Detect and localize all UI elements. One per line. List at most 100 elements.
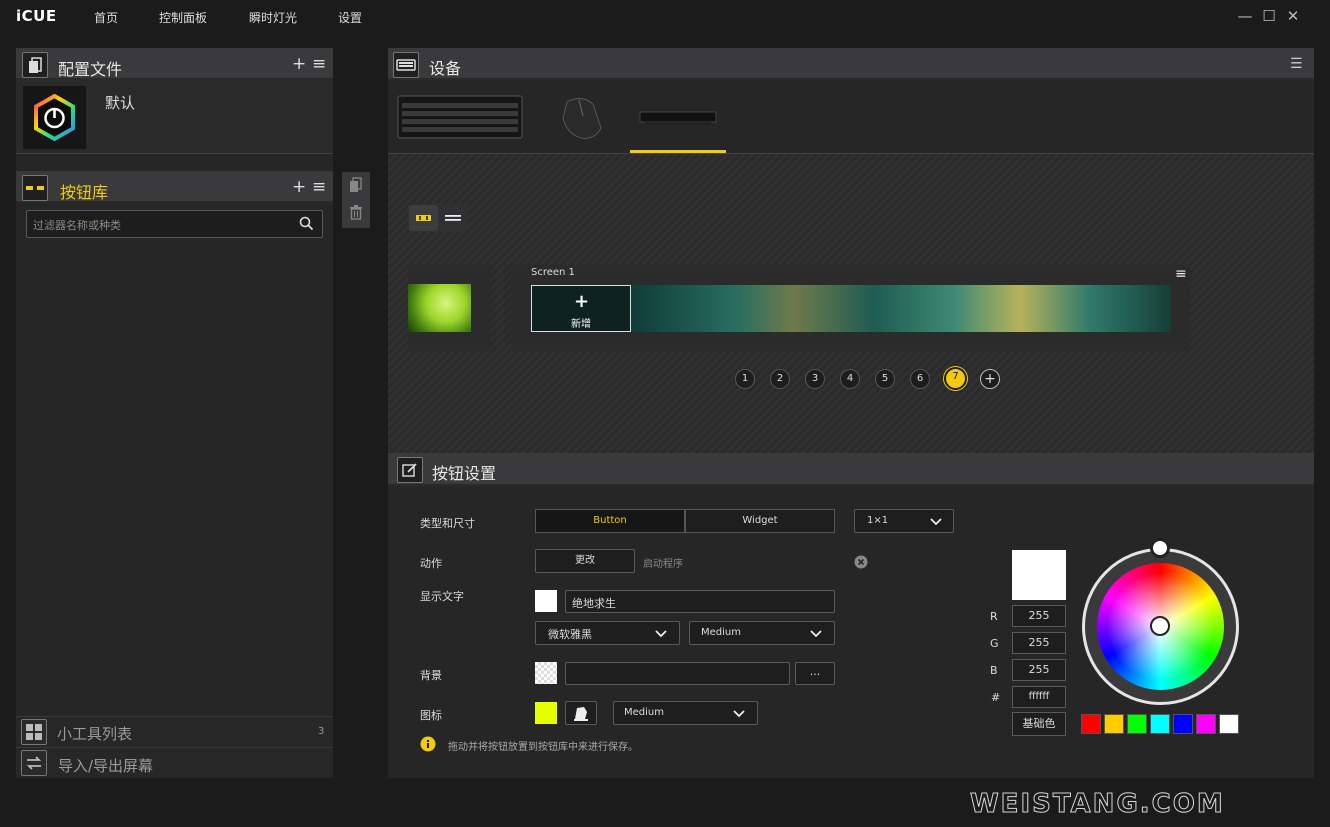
color-wheel-handle[interactable] [1150,616,1170,636]
display-text-input[interactable]: 绝地求生 [565,590,835,613]
grid-icon [21,719,47,745]
color-swatch[interactable] [1127,714,1147,734]
background-browse-button[interactable]: ... [795,662,835,685]
widget-count: 3 [318,726,325,737]
page-6-button[interactable]: 6 [910,369,930,389]
button-library-icon [22,175,48,201]
color-preview [1012,550,1066,600]
color-swatch[interactable] [1219,714,1239,734]
hex-label: # [991,691,1001,704]
mouse-device-thumbnail[interactable] [559,94,603,144]
font-value: 微软雅黑 [548,628,592,641]
tile-view-button[interactable] [409,205,438,231]
button-settings-header [388,453,1314,486]
chevron-down-icon [732,706,746,725]
screen-menu-button[interactable]: ≡ [1175,266,1187,282]
new-tile-label: 新增 [571,319,591,330]
nav-settings[interactable]: 设置 [338,9,362,26]
widget-list-title: 小工具列表 [57,725,133,743]
chevron-down-icon [929,514,943,533]
new-tile-plus-icon: + [574,291,590,312]
icon-size-value: Medium [624,707,664,718]
background-path-input[interactable] [565,662,790,685]
display-text-label: 显示文字 [420,590,464,603]
b-input[interactable]: 255 [1012,659,1066,681]
brightness-handle[interactable] [1150,538,1170,558]
info-icon [420,736,436,756]
close-button[interactable]: ✕ [1283,6,1303,26]
nav-home[interactable]: 首页 [94,9,118,26]
keyboard-icon [393,52,419,78]
change-action-button[interactable]: 更改 [535,549,635,573]
add-button-library-button[interactable]: + [292,178,306,196]
g-label: G [990,637,999,650]
swap-arrows-icon [21,750,47,776]
button-library-menu-button[interactable]: ≡ [312,178,326,196]
search-icon[interactable] [299,216,314,235]
profile-icon [23,86,86,149]
device-strip [388,80,1314,154]
touchbar-device-thumbnail[interactable] [639,108,717,132]
keyboard-device-thumbnail[interactable] [397,95,523,145]
profile-file-icon [22,52,48,78]
icon-picker-button[interactable] [565,701,597,725]
import-export-title: 导入/导出屏幕 [58,757,154,775]
filter-input[interactable]: 过滤器名称或种类 [26,210,323,238]
chevron-down-icon [654,626,668,645]
basic-colors-button[interactable]: 基础色 [1012,712,1066,736]
selected-device-indicator [630,150,726,153]
page-4-button[interactable]: 4 [840,369,860,389]
copy-icon[interactable] [348,177,364,197]
profile-name: 默认 [105,94,136,112]
nav-instant-lighting[interactable]: 瞬时灯光 [249,9,297,26]
g-input[interactable]: 255 [1012,632,1066,654]
screen-banner-image [631,285,1171,332]
clear-action-icon[interactable] [854,554,868,573]
page-7-button[interactable]: 7 [944,367,967,390]
action-value: 启动程序 [643,559,683,570]
screen-label: Screen 1 [531,267,575,278]
devices-title: 设备 [429,59,462,78]
save-hint: 拖动并将按钮放置到按钮库中来进行保存。 [448,742,638,753]
nav-dashboard[interactable]: 控制面板 [159,9,207,26]
page-3-button[interactable]: 3 [805,369,825,389]
font-size-value: Medium [701,627,741,638]
chevron-down-icon [809,626,823,645]
edit-icon [397,457,423,483]
color-swatch[interactable] [1196,714,1216,734]
add-profile-button[interactable]: + [292,55,306,73]
color-swatch[interactable] [1150,714,1170,734]
b-label: B [990,664,998,677]
background-label: 背景 [420,669,442,682]
page-1-button[interactable]: 1 [735,369,755,389]
page-5-button[interactable]: 5 [875,369,895,389]
app-logo: iCUE [16,7,57,25]
hex-input[interactable]: ffffff [1012,686,1066,708]
watermark: WEISTANG.COM [970,789,1225,820]
maximize-button[interactable]: ☐ [1259,6,1279,26]
action-label: 动作 [420,557,442,570]
profiles-title: 配置文件 [58,60,123,79]
list-view-button[interactable] [439,205,467,231]
text-color-swatch[interactable] [535,590,557,612]
page-2-button[interactable]: 2 [770,369,790,389]
color-swatch[interactable] [1104,714,1124,734]
devices-menu-button[interactable]: ☰ [1290,56,1303,72]
trash-icon[interactable] [348,204,364,224]
size-value: 1×1 [867,515,889,526]
color-swatch[interactable] [1081,714,1101,734]
type-button-tab[interactable]: Button [535,509,685,533]
add-page-button[interactable]: + [980,369,1000,389]
type-size-label: 类型和尺寸 [420,517,475,530]
r-input[interactable]: 255 [1012,605,1066,627]
icon-color-swatch[interactable] [535,702,557,724]
minimize-button[interactable]: — [1235,6,1255,26]
type-widget-tab[interactable]: Widget [685,509,835,533]
profiles-menu-button[interactable]: ≡ [312,55,326,73]
r-label: R [990,610,998,623]
button-library-title: 按钮库 [60,183,109,202]
background-color-swatch[interactable] [535,662,557,684]
color-swatch[interactable] [1173,714,1193,734]
icon-label: 图标 [420,709,442,722]
lime-image [408,284,471,332]
